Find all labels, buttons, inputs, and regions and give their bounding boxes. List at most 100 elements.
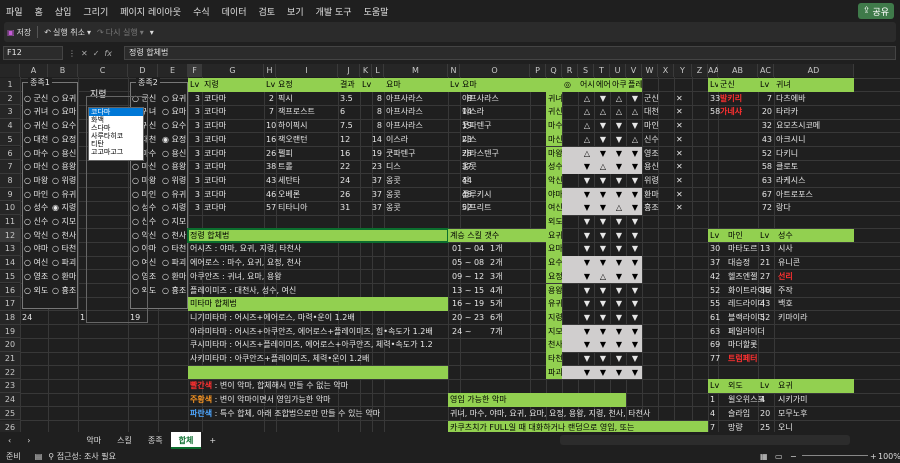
- spirit-title[interactable]: 정령 합체법: [187, 227, 449, 244]
- customize-qat-button[interactable]: ▾: [150, 28, 154, 37]
- race1-option-left[interactable]: ○ 악신: [24, 230, 48, 241]
- column-header-F[interactable]: F: [188, 64, 202, 77]
- row-header-19[interactable]: 19: [0, 324, 20, 339]
- row-header-8[interactable]: 8: [0, 173, 20, 188]
- row-header-23[interactable]: 23: [0, 379, 20, 394]
- column-header-U[interactable]: U: [610, 64, 626, 77]
- race2-option-right[interactable]: ○ 요마: [162, 106, 186, 117]
- race1-option-right[interactable]: ○ 천사: [52, 230, 76, 241]
- column-header-L[interactable]: L: [372, 64, 384, 77]
- column-header-A[interactable]: A: [20, 64, 48, 77]
- race1-option-left[interactable]: ○ 마왕: [24, 175, 48, 186]
- row-header-26[interactable]: 26: [0, 420, 20, 432]
- add-sheet-icon[interactable]: +: [201, 432, 224, 449]
- row-header-14[interactable]: 14: [0, 256, 20, 270]
- column-header-C[interactable]: C: [78, 64, 128, 77]
- select-all-corner[interactable]: [0, 64, 20, 77]
- column-header-V[interactable]: V: [626, 64, 642, 77]
- race2-option-right[interactable]: ○ 지령: [162, 202, 186, 213]
- race2-option-right[interactable]: ○ 유귀: [162, 189, 186, 200]
- row-header-10[interactable]: 10: [0, 201, 20, 215]
- race2-option-right[interactable]: ○ 용왕: [162, 161, 186, 172]
- menu-3[interactable]: 그리기: [77, 5, 114, 18]
- race1-option-right[interactable]: ○ 용왕: [52, 161, 76, 172]
- race2-option-right[interactable]: ○ 위령: [162, 175, 186, 186]
- race1-option-left[interactable]: ○ 마수: [24, 148, 48, 159]
- race2-option-right[interactable]: ○ 흉조: [162, 285, 186, 296]
- menu-7[interactable]: 검토: [252, 5, 281, 18]
- zoom-slider[interactable]: [802, 455, 868, 456]
- row-header-7[interactable]: 7: [0, 160, 20, 174]
- column-header-I[interactable]: I: [276, 64, 338, 77]
- race2-option-right[interactable]: ◉ 요정: [162, 134, 186, 145]
- row-header-13[interactable]: 13: [0, 242, 20, 257]
- row-header-1[interactable]: 1: [0, 78, 20, 92]
- prev-sheet-icon[interactable]: ‹: [0, 432, 19, 449]
- race2-option-right[interactable]: ○ 지모: [162, 216, 186, 227]
- undo-button[interactable]: ↶ 실행 취소 ▾: [44, 27, 91, 38]
- row-header-5[interactable]: 5: [0, 132, 20, 147]
- race1-option-left[interactable]: ○ 야마: [24, 243, 48, 254]
- row-header-2[interactable]: 2: [0, 91, 20, 106]
- race1-option-right[interactable]: ○ 용신: [52, 148, 76, 159]
- race2-option-right[interactable]: ○ 타천: [162, 243, 186, 254]
- race1-option-left[interactable]: ○ 대천: [24, 134, 48, 145]
- column-header-P[interactable]: P: [530, 64, 546, 77]
- row-header-21[interactable]: 21: [0, 352, 20, 366]
- menu-5[interactable]: 수식: [187, 5, 216, 18]
- function-icon[interactable]: fx: [104, 49, 112, 58]
- sheet-tab-1[interactable]: 스킬: [109, 432, 140, 449]
- race1-option-left[interactable]: ○ 귀녀: [24, 106, 48, 117]
- column-header-R[interactable]: R: [562, 64, 578, 77]
- race1-option-left[interactable]: ○ 외도: [24, 285, 48, 296]
- formula-input[interactable]: 정령 합체법: [124, 46, 896, 60]
- column-header-M[interactable]: M: [384, 64, 448, 77]
- page-layout-icon[interactable]: ▭: [775, 452, 783, 461]
- race1-option-left[interactable]: ○ 군신: [24, 93, 48, 104]
- cancel-icon[interactable]: ✕: [81, 49, 88, 58]
- column-header-N[interactable]: N: [448, 64, 460, 77]
- name-box[interactable]: F12: [3, 46, 63, 60]
- save-button[interactable]: ▣ 저장: [7, 27, 31, 38]
- worksheet-grid[interactable]: A B C D E F G H I J K L M N O P Q R S T U V W X Y Z AA AB AC AD 1 2 3 4 5 6…: [0, 64, 900, 432]
- race1-option-right[interactable]: ◉ 지령: [52, 202, 76, 213]
- column-header-K[interactable]: K: [360, 64, 372, 77]
- menu-1[interactable]: 홈: [29, 5, 49, 18]
- column-header-AC[interactable]: AC: [758, 64, 774, 77]
- accessibility-status[interactable]: ⚲ 접근성: 조사 필요: [42, 451, 116, 462]
- race1-option-left[interactable]: ○ 마신: [24, 161, 48, 172]
- column-header-S[interactable]: S: [578, 64, 594, 77]
- row-header-11[interactable]: 11: [0, 215, 20, 229]
- column-header-O[interactable]: O: [460, 64, 530, 77]
- row-header-6[interactable]: 6: [0, 146, 20, 161]
- zoom-level[interactable]: 100%: [878, 452, 900, 461]
- row-header-17[interactable]: 17: [0, 297, 20, 311]
- menu-8[interactable]: 보기: [281, 5, 310, 18]
- menu-0[interactable]: 파일: [0, 5, 29, 18]
- zoom-out-icon[interactable]: −: [790, 452, 797, 461]
- column-header-AD[interactable]: AD: [774, 64, 854, 77]
- race1-option-right[interactable]: ○ 환마: [52, 271, 76, 282]
- race1-option-right[interactable]: ○ 지모: [52, 216, 76, 227]
- menu-4[interactable]: 페이지 레이아웃: [114, 5, 187, 18]
- row-header-16[interactable]: 16: [0, 283, 20, 298]
- row-header-15[interactable]: 15: [0, 269, 20, 284]
- row-header-12[interactable]: 12: [0, 228, 20, 243]
- race1-option-left[interactable]: ○ 귀신: [24, 120, 48, 131]
- race1-option-left[interactable]: ○ 여신: [24, 257, 48, 268]
- enter-icon[interactable]: ✓: [93, 49, 100, 58]
- race1-option-right[interactable]: ○ 요마: [52, 106, 76, 117]
- race1-option-right[interactable]: ○ 유귀: [52, 189, 76, 200]
- race2-option-right[interactable]: ○ 요수: [162, 120, 186, 131]
- menu-6[interactable]: 데이터: [216, 5, 253, 18]
- column-header-W[interactable]: W: [642, 64, 658, 77]
- column-header-D[interactable]: D: [128, 64, 158, 77]
- column-header-G[interactable]: G: [202, 64, 264, 77]
- column-header-T[interactable]: T: [594, 64, 610, 77]
- column-header-AB[interactable]: AB: [718, 64, 758, 77]
- column-header-B[interactable]: B: [48, 64, 78, 77]
- race1-option-right[interactable]: ○ 흉조: [52, 285, 76, 296]
- macro-icon[interactable]: ▤: [21, 452, 43, 461]
- row-header-9[interactable]: 9: [0, 187, 20, 202]
- column-header-AA[interactable]: AA: [708, 64, 719, 77]
